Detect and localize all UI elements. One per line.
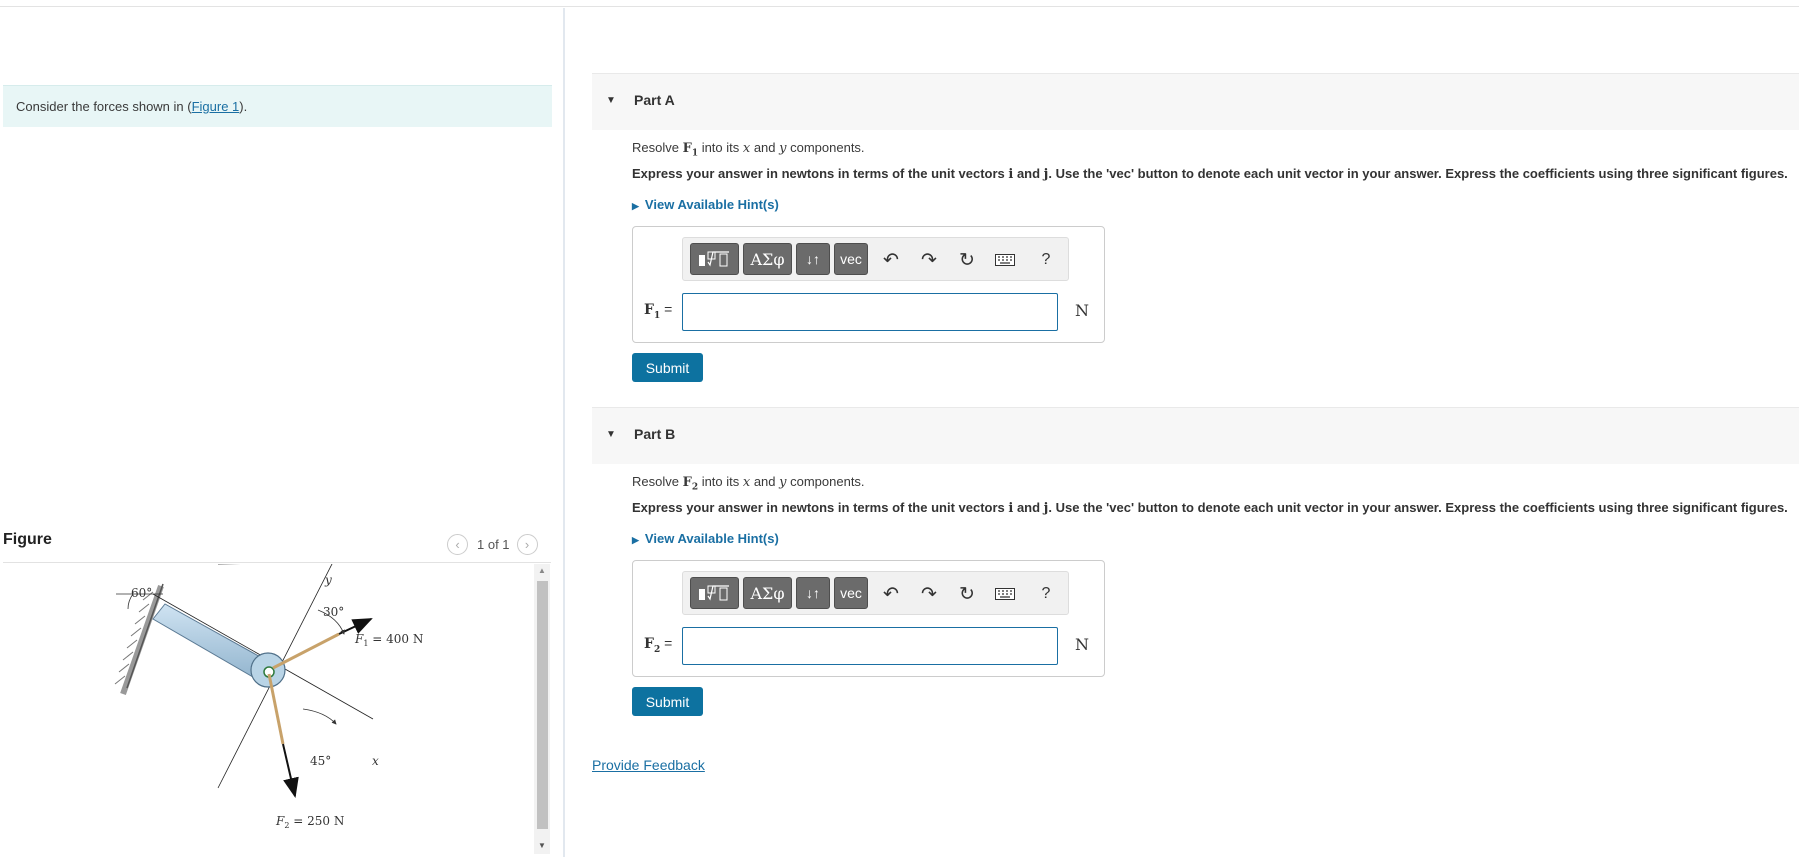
templates-button[interactable]: [690, 577, 739, 609]
part-b-instructions: Express your answer in newtons in terms …: [632, 500, 1788, 516]
figure-title: Figure: [3, 531, 52, 548]
scroll-down-arrow-icon[interactable]: ▼: [538, 841, 546, 850]
vec-button[interactable]: vec: [834, 577, 868, 609]
figure-scrollbar[interactable]: ▲ ▼: [534, 564, 550, 854]
undo-icon[interactable]: ↶: [880, 249, 902, 271]
collapse-triangle-icon[interactable]: ▼: [606, 95, 616, 106]
x-axis-label: x: [372, 754, 379, 768]
undo-icon[interactable]: ↶: [880, 583, 902, 605]
templates-button[interactable]: [690, 243, 739, 275]
redo-icon[interactable]: ↷: [918, 249, 940, 271]
subscript-superscript-button[interactable]: ↓↑: [796, 577, 830, 609]
intro-suffix: ).: [239, 99, 248, 114]
redo-icon[interactable]: ↷: [918, 583, 940, 605]
intro-banner: Consider the forces shown in (Figure 1).: [3, 85, 552, 127]
scroll-thumb[interactable]: [537, 581, 548, 829]
math-toolbar: ΑΣφ ↓↑ vec ↶ ↷ ↻ ?: [682, 571, 1069, 615]
help-icon[interactable]: ?: [1035, 249, 1057, 271]
wall-angle-label: 60°: [131, 586, 152, 600]
top-divider: [0, 6, 1799, 7]
keyboard-icon[interactable]: [994, 583, 1016, 605]
math-toolbar: ΑΣφ ↓↑ vec ↶ ↷ ↻ ?: [682, 237, 1069, 281]
force-diagram: 60° y 30° F1 = 400 N 45° x F2 = 250 N: [114, 561, 423, 830]
figure-separator: [3, 562, 551, 563]
templates-icon: [698, 251, 729, 267]
hint-triangle-icon: ▶: [632, 201, 639, 211]
part-b-title: Part B: [634, 426, 676, 442]
f2-force-label: F2 = 250 N: [275, 814, 344, 830]
f2-input-label: F2 =: [644, 635, 673, 655]
f1-force-label: F1 = 400 N: [354, 632, 423, 648]
scroll-up-arrow-icon[interactable]: ▲: [538, 566, 546, 575]
f2-answer-input[interactable]: [682, 627, 1058, 665]
reset-icon[interactable]: ↻: [956, 583, 978, 605]
subscript-superscript-button[interactable]: ↓↑: [796, 243, 830, 275]
f1-unit: N: [1075, 301, 1089, 320]
y-axis-label: y: [324, 573, 332, 587]
part-a-answer-box: ΑΣφ ↓↑ vec ↶ ↷ ↻ ? F1 = N: [632, 226, 1105, 343]
intro-prefix: Consider the forces shown in (: [16, 99, 192, 114]
chevron-right-icon[interactable]: ›: [516, 533, 538, 555]
collapse-triangle-icon[interactable]: ▼: [606, 429, 616, 440]
part-a-hints-toggle[interactable]: ▶ View Available Hint(s): [632, 197, 779, 212]
f1-answer-input[interactable]: [682, 293, 1058, 331]
cable-f1: [272, 632, 340, 670]
pane-divider[interactable]: [563, 8, 565, 857]
part-a-title: Part A: [634, 92, 675, 108]
f1-force-value: = 400 N: [368, 632, 423, 646]
figure-panel: 60° y 30° F1 = 400 N 45° x F2 = 250 N: [3, 561, 531, 854]
figure-page-count: 1 of 1: [477, 536, 510, 552]
part-b-header[interactable]: ▼ Part B: [592, 407, 1799, 464]
part-b-submit-button[interactable]: Submit: [632, 687, 703, 716]
provide-feedback-link[interactable]: Provide Feedback: [592, 757, 705, 773]
wall-support: [114, 583, 164, 695]
x-angle-arc: [302, 708, 337, 725]
f1-angle-label: 30°: [323, 605, 344, 619]
greek-symbols-button[interactable]: ΑΣφ: [743, 243, 792, 275]
templates-icon: [698, 585, 729, 601]
figure-link[interactable]: Figure 1: [192, 99, 240, 114]
f2-unit: N: [1075, 635, 1089, 654]
part-b-question: Resolve F2 into its x and y components.: [632, 474, 865, 493]
x-angle-label: 45°: [310, 754, 331, 768]
f1-input-label: F1 =: [644, 301, 673, 321]
keyboard-icon[interactable]: [994, 249, 1016, 271]
figure-pager: ‹ 1 of 1 ›: [447, 533, 538, 555]
greek-symbols-button[interactable]: ΑΣφ: [743, 577, 792, 609]
f2-force-value: = 250 N: [289, 814, 344, 828]
part-b-hints-toggle[interactable]: ▶ View Available Hint(s): [632, 531, 779, 546]
chevron-left-icon[interactable]: ‹: [447, 533, 468, 555]
part-a-submit-button[interactable]: Submit: [632, 353, 703, 382]
part-a-header[interactable]: ▼ Part A: [592, 73, 1799, 130]
part-a-question: Resolve F1 into its x and y components.: [632, 140, 865, 159]
hint-triangle-icon: ▶: [632, 535, 639, 545]
f2-arrow: [282, 743, 299, 798]
reset-icon[interactable]: ↻: [956, 249, 978, 271]
part-b-answer-box: ΑΣφ ↓↑ vec ↶ ↷ ↻ ? F2 = N: [632, 560, 1105, 677]
part-a-instructions: Express your answer in newtons in terms …: [632, 166, 1788, 182]
help-icon[interactable]: ?: [1035, 583, 1057, 605]
vec-button[interactable]: vec: [834, 243, 868, 275]
